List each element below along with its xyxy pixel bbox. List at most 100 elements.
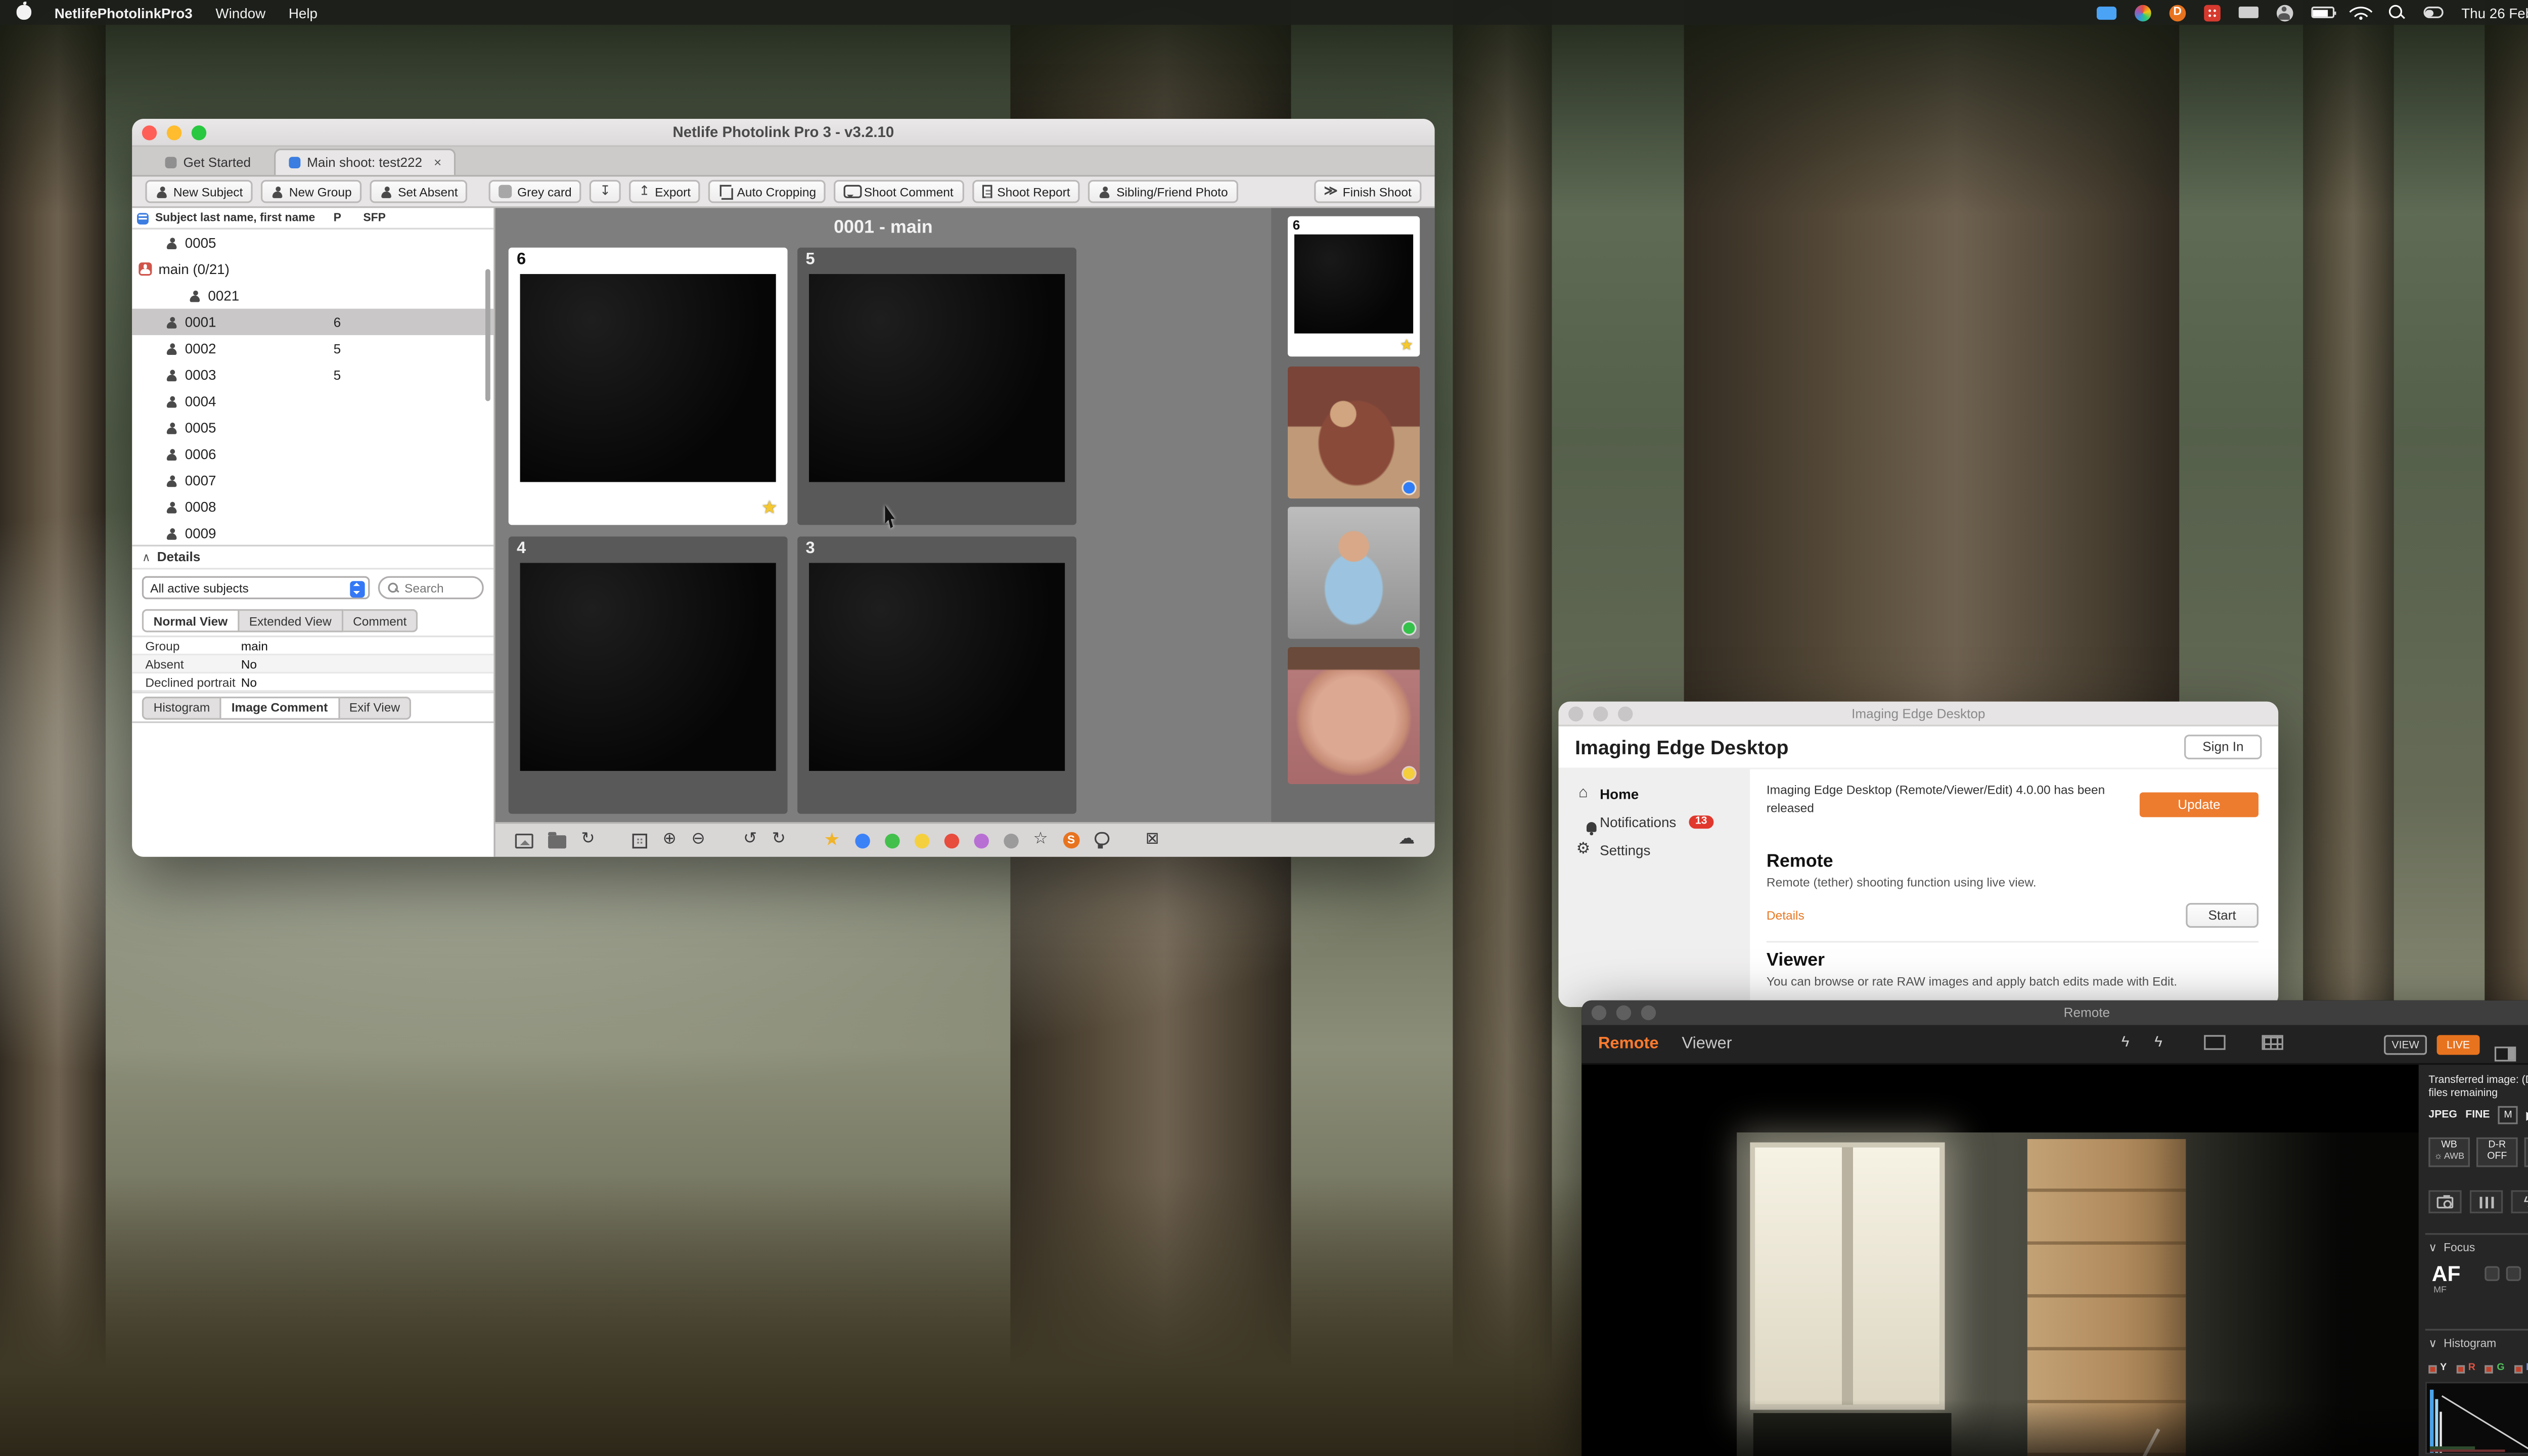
photo-thumbnail[interactable] [1288,367,1420,498]
zoom-out-icon[interactable]: ⊖ [691,832,705,849]
photo-card[interactable]: 5 [797,248,1076,525]
new-group-button[interactable]: New Group [261,180,362,203]
refresh-icon[interactable]: ↻ [581,832,595,849]
details-header[interactable]: ∧ Details [132,547,493,570]
app-menu[interactable]: NetlifePhotolinkPro3 [55,4,193,21]
gray-label-button[interactable] [1004,833,1018,847]
subject-row[interactable]: 0005 [132,415,493,441]
af-mode-value[interactable]: AF [2432,1263,2461,1284]
sony-logo-icon[interactable]: S [1063,832,1079,849]
photo-image[interactable] [809,563,1065,770]
view-mode-button[interactable]: VIEW [2384,1035,2427,1055]
close-button[interactable] [1592,1006,1606,1020]
group-row[interactable]: main (0/21) [132,256,493,282]
search-input[interactable] [404,580,474,595]
green-label-button[interactable] [885,833,899,847]
grid-overlay-icon[interactable] [2262,1035,2283,1050]
minimize-button[interactable] [1616,1006,1631,1020]
metering-chip[interactable] [2524,1138,2528,1167]
delete-icon[interactable]: ⊠ [1145,832,1159,849]
shoot-report-button[interactable]: Shoot Report [972,180,1080,203]
new-subject-button[interactable]: New Subject [145,180,253,203]
screen-mirroring-icon[interactable] [2097,3,2116,22]
frame-icon[interactable] [515,833,533,847]
list-scrollbar[interactable] [485,269,490,401]
close-button[interactable] [1568,706,1583,720]
tab-remote[interactable]: Remote [1598,1035,1659,1053]
column-sfp[interactable]: SFP [363,212,385,224]
play-icon[interactable]: ▶ [2526,1109,2528,1122]
subject-row-selected[interactable]: 0001 6 [132,309,493,335]
menu-help[interactable]: Help [289,4,318,21]
photos-icon[interactable] [2135,3,2151,22]
column-name[interactable]: Subject last name, first name [155,212,315,224]
control-center-icon[interactable] [2423,3,2443,22]
subject-row[interactable]: 0006 [132,441,493,467]
export-button[interactable]: ↥ Export [629,180,701,203]
star-icon[interactable]: ★ [1400,338,1413,353]
tab-main-shoot[interactable]: Main shoot: test222 × [274,149,457,175]
fullscreen-icon[interactable] [633,833,648,847]
photo-image[interactable] [520,563,776,770]
column-p[interactable]: P [334,212,341,224]
blue-label-button[interactable] [855,833,870,847]
nav-settings[interactable]: ⚙ Settings [1558,835,1750,863]
start-button[interactable]: Start [2186,903,2259,928]
close-button[interactable] [142,125,157,140]
folder-icon[interactable] [548,832,566,849]
channel-b[interactable]: B [2514,1363,2528,1374]
zoom-in-icon[interactable]: ⊕ [663,832,676,849]
tab-close-icon[interactable]: × [434,155,441,170]
zoom-button[interactable] [192,125,206,140]
subject-row[interactable]: 0007 [132,467,493,493]
flash-off-icon[interactable]: ϟ [2154,1035,2162,1050]
tab-image-comment[interactable]: Image Comment [221,696,339,719]
focus-area-icon[interactable] [2485,1266,2499,1281]
rotate-right-icon[interactable]: ↻ [772,832,786,849]
size-setting[interactable]: M [2498,1106,2518,1124]
subject-row[interactable]: 0008 [132,493,493,520]
auto-cropping-button[interactable]: Auto Cropping [709,180,826,203]
photo-image[interactable] [809,274,1065,482]
focus-section-header[interactable]: ∨ Focus [2428,1242,2475,1255]
tab-get-started[interactable]: Get Started [152,150,264,175]
grey-card-button[interactable]: Grey card [489,180,582,203]
photo-image[interactable] [520,274,776,482]
star-rating-icon[interactable]: ★ [824,831,840,849]
menubar-clock[interactable]: Thu 26 Feb 15:31 [2461,4,2528,21]
minimize-button[interactable] [167,125,182,140]
live-view-button[interactable]: LIVE [2437,1035,2480,1055]
yellow-label-button[interactable] [914,833,929,847]
red-label-button[interactable] [944,833,959,847]
photo-thumbnail[interactable] [1288,507,1420,639]
image-comment-panel[interactable] [132,721,493,857]
rotate-left-icon[interactable]: ↺ [743,832,757,849]
photo-thumbnail[interactable] [1288,647,1420,784]
update-button[interactable]: Update [2140,792,2259,817]
face-detect-icon[interactable] [2506,1266,2521,1281]
filmstrip-thumb[interactable]: 6 ★ [1288,216,1420,357]
nav-home[interactable]: ⌂ Home [1558,779,1750,807]
sibling-friend-photo-button[interactable]: Sibling/Friend Photo [1089,180,1238,203]
fine-setting[interactable]: FINE [2465,1109,2490,1121]
tab-extended-view[interactable]: Extended View [239,609,343,632]
dro-chip[interactable]: D-R OFF [2476,1138,2518,1167]
bracket-chip[interactable] [2470,1190,2503,1213]
drive-mode-chip[interactable] [2428,1190,2461,1213]
channel-r[interactable]: R [2457,1363,2475,1374]
finish-shoot-button[interactable]: ≫ Finish Shoot [1314,180,1422,203]
column-config-icon[interactable] [137,212,149,224]
mf-label[interactable]: MF [2433,1286,2447,1296]
tab-histogram[interactable]: Histogram [142,696,221,719]
tab-comment[interactable]: Comment [343,609,419,632]
subject-row[interactable]: 0004 [132,388,493,414]
details-link[interactable]: Details [1767,908,1804,923]
flash-mode-icon[interactable]: ϟ [2121,1035,2130,1050]
user-account-icon[interactable] [2277,3,2293,22]
panel-layout-icon[interactable] [2495,1046,2516,1061]
flash-chip[interactable]: ϟ [2511,1190,2528,1213]
display-toggle-icon[interactable] [2204,1035,2225,1050]
white-balance-chip[interactable]: WB ☼AWB [2428,1138,2470,1167]
tab-normal-view[interactable]: Normal View [142,609,239,632]
lamp-icon[interactable] [1094,831,1107,849]
